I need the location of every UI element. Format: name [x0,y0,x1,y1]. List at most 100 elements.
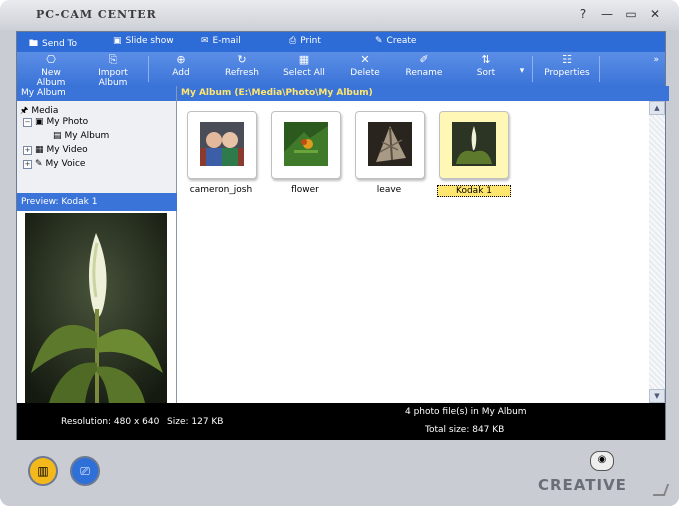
email-icon: ✉ [201,36,209,46]
album-icon: ▥ [37,464,49,478]
thumbnail-label: cameron_josh [189,185,253,195]
thumbnail-label: flower [291,185,319,195]
rename-button[interactable]: ✐ Rename [401,53,447,79]
button-label: Properties [544,68,590,78]
button-label: Rename [405,68,443,78]
creative-logo: CREATIVE [538,476,627,494]
tree-label: Media [31,106,59,116]
close-button[interactable]: ✕ [649,8,661,20]
thumbnail-cameron-josh[interactable] [187,111,257,179]
sort-button[interactable]: ⇅ Sort [469,53,503,79]
menu-print[interactable]: ⎙ Print [289,36,321,46]
bottom-bar: ▥ ⎚ ◉ CREATIVE [0,440,679,506]
minimize-button[interactable]: — [601,8,613,20]
photo-image [200,122,244,166]
thumbnail-leave[interactable] [355,111,425,179]
import-album-button[interactable]: ⎘ Import Album [83,53,143,89]
restore-button[interactable]: ▭ [625,8,637,20]
camera-mode-button[interactable]: ⎚ [70,456,100,486]
album-mode-button[interactable]: ▥ [28,456,58,486]
new-album-icon: ⎔ [46,53,56,66]
menu-create[interactable]: ✎ Create [375,36,416,46]
toolbar-separator [532,56,533,82]
delete-button[interactable]: ✕ Delete [345,54,385,79]
send-to-icon: 🖿 [29,39,39,49]
menu-label: Slide show [125,36,174,46]
properties-icon: ☷ [562,53,572,66]
resolution-text: Resolution: 480 x 640 [61,417,160,427]
menu-label: Send To [42,39,78,49]
size-text: Size: 127 KB [167,417,224,427]
thumbnail-kodak-1[interactable] [439,111,509,179]
menu-send-to[interactable]: 🖿 Send To [29,36,77,52]
button-label: Sort [476,68,496,78]
help-button[interactable]: ? [577,8,589,20]
add-icon: ⊕ [176,53,186,66]
menu-email[interactable]: ✉ E-mail [201,36,241,46]
sort-icon: ⇅ [481,53,491,66]
photo-image [452,122,496,166]
button-label: Add [172,68,190,78]
tree-item-my-album[interactable]: ▤ My Album [53,131,109,141]
expand-icon[interactable]: + [23,145,32,155]
thumbnail-label-selected: Kodak 1 [437,185,511,197]
main-panel: 🖿 Send To ▣ Slide show ✉ E-mail ⎙ Print … [16,31,669,441]
import-album-icon: ⎘ [108,53,118,66]
thumbnail-flower[interactable] [271,111,341,179]
tree-label: My Photo [46,117,89,127]
left-pane: My Album 🖈 Media − ▣ My Photo ▤ My Album… [17,86,180,403]
sort-dropdown[interactable]: ▾ [517,66,527,76]
properties-button[interactable]: ☷ Properties [541,53,593,79]
photo-image [284,122,328,166]
album-icon: ▤ [53,131,62,141]
scroll-up-icon[interactable]: ▲ [649,101,665,115]
voice-folder-icon: ✎ [35,159,43,169]
scroll-down-icon[interactable]: ▼ [649,389,665,403]
tree-item-my-voice[interactable]: + ✎ My Voice [23,159,85,169]
window-controls: ? — ▭ ✕ [577,8,661,20]
add-button[interactable]: ⊕ Add [163,53,199,79]
chevron-down-icon: ▾ [519,66,525,76]
file-count-text: 4 photo file(s) in My Album [405,407,527,417]
app-title: PC-CAM CENTER [36,8,157,21]
button-label: Delete [350,68,380,78]
select-all-button[interactable]: ▦ Select All [281,53,327,79]
lens-icon: ◉ [597,454,607,465]
thumbnail-label: leave [376,185,402,195]
button-label: New Album [36,68,66,88]
album-path-header: My Album (E:\Media\Photo\My Album) [177,86,669,101]
new-album-button[interactable]: ⎔ New Album [27,53,75,89]
camera-icon: ⎚ [80,463,90,478]
toolbar: ⎔ New Album ⎘ Import Album ⊕ Add ↻ Refre… [17,52,665,89]
toolbar-separator [148,56,149,82]
toolbar-separator [599,56,600,82]
title-bar[interactable]: PC-CAM CENTER ? — ▭ ✕ [0,0,679,30]
menu-label: E-mail [212,36,241,46]
left-pane-header: My Album [17,86,176,101]
rename-icon: ✐ [419,53,429,66]
expand-icon[interactable]: + [23,159,32,169]
photo-image [368,122,412,166]
menu-bar: 🖿 Send To ▣ Slide show ✉ E-mail ⎙ Print … [17,32,665,52]
status-bar: Resolution: 480 x 640 Size: 127 KB 4 pho… [17,403,665,440]
toolbar-overflow-chevron-icon[interactable]: » [653,55,659,65]
folder-tree: 🖈 Media − ▣ My Photo ▤ My Album + ▦ My V… [17,101,176,201]
slide-show-icon: ▣ [113,36,122,46]
tree-item-my-video[interactable]: + ▦ My Video [23,145,88,155]
menu-label: Create [386,36,417,46]
button-label: Select All [283,68,325,78]
tree-item-my-photo[interactable]: − ▣ My Photo [23,117,88,127]
video-folder-icon: ▦ [35,145,44,155]
preview-header: Preview: Kodak 1 [17,193,180,211]
resize-grip-icon[interactable] [652,484,670,496]
button-label: Import Album [98,68,128,88]
preview-image [25,213,167,403]
create-icon: ✎ [375,36,383,46]
refresh-button[interactable]: ↻ Refresh [219,54,265,79]
menu-slide-show[interactable]: ▣ Slide show [113,36,174,46]
capture-button[interactable]: ◉ [590,451,614,471]
menu-label: Print [300,36,321,46]
select-all-icon: ▦ [298,53,310,66]
vertical-scrollbar[interactable]: ▲ ▼ [649,101,665,403]
collapse-icon[interactable]: − [23,117,32,127]
